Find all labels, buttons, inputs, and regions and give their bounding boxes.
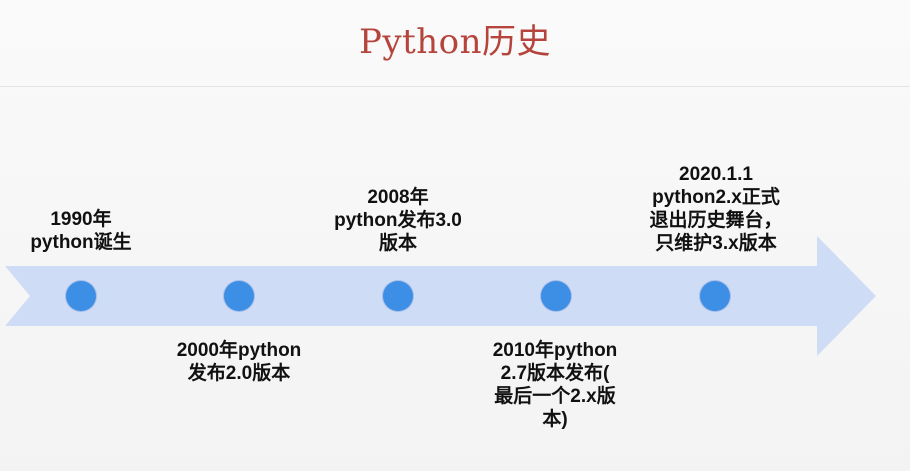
timeline-dot-1990 — [66, 281, 96, 311]
event-label-2020: 2020.1.1 python2.x正式 退出历史舞台， 只维护3.x版本 — [649, 164, 783, 254]
event-label-2000: 2000年python 发布2.0版本 — [176, 340, 302, 384]
timeline-dot-2020 — [700, 281, 730, 311]
timeline-dot-2008 — [383, 281, 413, 311]
timeline-dot-2010 — [541, 281, 571, 311]
event-label-2010: 2010年python 2.7版本发布( 最后一个2.x版 本) — [492, 340, 618, 430]
timeline-dot-2000 — [224, 281, 254, 311]
slide: Python历史 1990年 python诞生 2000年python 发布2.… — [0, 0, 910, 471]
event-label-1990: 1990年 python诞生 — [30, 209, 132, 253]
event-label-2008: 2008年 python发布3.0 版本 — [334, 187, 462, 254]
